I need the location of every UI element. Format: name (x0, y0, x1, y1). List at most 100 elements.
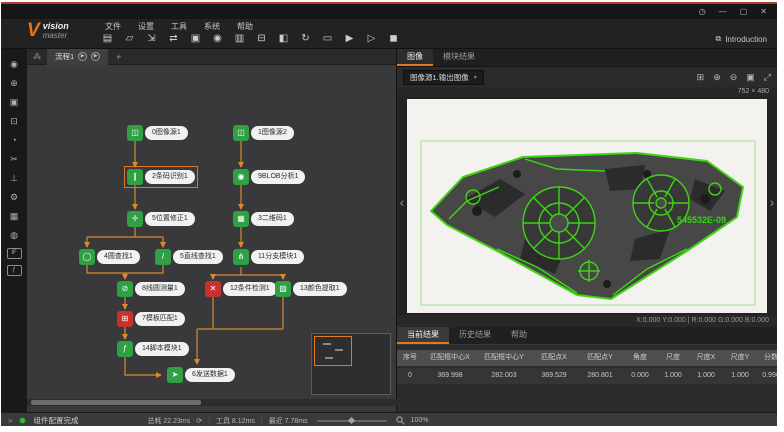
sidebar-calib-tool[interactable]: ⚙ (7, 191, 22, 204)
add-flow-button[interactable]: + (116, 52, 121, 62)
minimap-viewport[interactable] (314, 336, 352, 366)
barcode-recognition-icon: ∥ (127, 169, 143, 185)
menu-settings[interactable]: 设置 (138, 21, 154, 32)
sidebar-if-logic-tool[interactable]: IF (7, 248, 22, 259)
cell: 1.000 (657, 368, 689, 384)
horizontal-scrollbar[interactable] (27, 399, 397, 406)
introduction-link[interactable]: ⧉ Introduction (715, 34, 767, 44)
fullscreen-button[interactable]: ⤢ (764, 72, 771, 83)
toolbar-run-once-button[interactable]: ▶ (343, 33, 356, 44)
flow-tab[interactable]: 流程1 ▶ ▶ (47, 49, 108, 65)
sidebar-script-tool[interactable]: ƒ (7, 265, 22, 276)
part-overlay-graphic: 545532E-09 (407, 99, 767, 313)
actual-size-button[interactable]: ▣ (746, 72, 755, 83)
sidebar-target-tool[interactable]: ⊕ (7, 77, 22, 90)
cell: 1.000 (689, 368, 723, 384)
flow-node-branch-module[interactable]: ⋔11分支模块1 (233, 249, 304, 265)
menu-tools[interactable]: 工具 (171, 21, 187, 32)
flow-run-loop-icon[interactable]: ▶ (91, 52, 100, 61)
about-button[interactable]: ◷ (699, 5, 706, 18)
flow-canvas[interactable]: ◫0图像源1◫1图像源2∥2条码识别1◉9BLOB分析1✛5位置修正1▦3二维码… (27, 65, 397, 399)
flow-node-barcode-recognition[interactable]: ∥2条码识别1 (127, 169, 195, 185)
toolbar-camera-button[interactable]: ◉ (211, 33, 224, 44)
flow-node-line-circle-measure[interactable]: ⊘8线圆测量1 (117, 281, 185, 297)
sidebar-circle-tool[interactable]: ◔ (7, 134, 22, 147)
toolbar-stop-button[interactable]: ◼ (387, 33, 400, 44)
result-panel-tabs: 图像模块结果 (397, 49, 777, 67)
close-button[interactable]: ✕ (760, 5, 767, 18)
image-viewport[interactable]: ‹ (397, 97, 777, 315)
flow-hierarchy-icon[interactable]: ⁂ (33, 52, 41, 61)
flow-node-qr-code[interactable]: ▦3二维码1 (233, 211, 294, 227)
flow-node-template-match[interactable]: ⊞7模板匹配1 (117, 311, 185, 327)
logo-line1: vision (43, 22, 69, 31)
flow-node-circle-find[interactable]: ◯4圆查找1 (79, 249, 140, 265)
next-image-button[interactable]: › (767, 192, 777, 212)
tab-current-result[interactable]: 当前结果 (397, 327, 449, 344)
send-data-icon: ➤ (167, 367, 183, 383)
flow-node-image-source-1[interactable]: ◫0图像源1 (127, 125, 188, 141)
app-logo: V vision master (27, 21, 69, 41)
sidebar-image-tool[interactable]: ▣ (7, 96, 22, 109)
toolbar-export-button[interactable]: ⇲ (145, 33, 158, 44)
toolbar-link-button[interactable]: ⇄ (167, 33, 180, 44)
title-bar: ◷ — ▢ ✕ (1, 4, 777, 19)
flow-run-once-icon[interactable]: ▶ (78, 52, 87, 61)
flow-node-label: 2条码识别1 (145, 170, 195, 184)
minimap[interactable] (311, 333, 391, 395)
flow-node-label: 0图像源1 (145, 126, 188, 140)
table-row[interactable]: 0369.998282.003369.529280.8010.0001.0001… (397, 368, 777, 384)
tab-module-result[interactable]: 模块结果 (433, 49, 485, 66)
flow-node-image-source-2[interactable]: ◫1图像源2 (233, 125, 294, 141)
image-source-2-icon: ◫ (233, 125, 249, 141)
prev-image-button[interactable]: ‹ (397, 192, 407, 212)
refresh-icon[interactable]: ⟳ (196, 417, 202, 425)
image-source-dropdown[interactable]: 图像源1.输出图像 ▾ (403, 70, 484, 85)
result-panel: 图像模块结果 图像源1.输出图像 ▾ ⊞⊕⊖▣⤢ 752 × 480 ‹ (397, 49, 777, 412)
sidebar-clip-tool[interactable]: ✂ (7, 153, 22, 166)
fit-view-button[interactable]: ⊞ (697, 72, 705, 83)
menu-file[interactable]: 文件 (105, 21, 121, 32)
tab-image[interactable]: 图像 (397, 49, 433, 66)
sidebar-color-tool[interactable]: ▦ (7, 210, 22, 223)
sidebar-camera-tool[interactable]: ◉ (7, 58, 22, 71)
divider: | (208, 417, 210, 424)
flow-node-line-find[interactable]: /5直线查找1 (155, 249, 223, 265)
logo-v-icon: V (27, 21, 40, 41)
toolbar-communication-button[interactable]: ▭ (321, 33, 334, 44)
sidebar-recognition-tool[interactable]: ◍ (7, 229, 22, 242)
minimize-button[interactable]: — (719, 5, 727, 18)
restore-button[interactable]: ▢ (740, 5, 748, 18)
flow-node-send-data[interactable]: ➤6发送数据1 (167, 367, 235, 383)
toolbar-run-continuous-button[interactable]: ▷ (365, 33, 378, 44)
tab-history-result[interactable]: 历史结果 (449, 327, 501, 344)
sidebar-focus-tool[interactable]: ⊡ (7, 115, 22, 128)
zoom-level: 100% (411, 417, 429, 424)
toolbar-module-button[interactable]: ◧ (277, 33, 290, 44)
flow-node-label: 4圆查找1 (97, 250, 140, 264)
flow-node-label: 13颜色提取1 (293, 282, 347, 296)
flow-node-blob-analysis[interactable]: ◉9BLOB分析1 (233, 169, 305, 185)
tab-help[interactable]: 帮助 (501, 327, 537, 344)
branch-module-icon: ⋔ (233, 249, 249, 265)
menu-bar: 文件 设置 工具 系统 帮助 (105, 21, 253, 32)
flow-node-color-extract[interactable]: ▨13颜色提取1 (275, 281, 347, 297)
cell: 369.998 (423, 368, 477, 384)
scrollbar-thumb[interactable] (31, 400, 201, 405)
flow-node-condition-check[interactable]: ✕12条件检测1 (205, 281, 277, 297)
toolbar-layout-button[interactable]: ▣ (189, 33, 202, 44)
toolbar-global-trigger-button[interactable]: ↻ (299, 33, 312, 44)
toolbar-open-button[interactable]: ▱ (123, 33, 136, 44)
zoom-slider[interactable] (317, 420, 387, 422)
collapse-statusbar-button[interactable]: » (8, 416, 12, 425)
flow-node-position-correction[interactable]: ✛5位置修正1 (127, 211, 195, 227)
menu-help[interactable]: 帮助 (237, 21, 253, 32)
sidebar-measure-tool[interactable]: ⊥ (7, 172, 22, 185)
flow-node-script-module[interactable]: ƒ14脚本模块1 (117, 341, 189, 357)
zoom-in-button[interactable]: ⊕ (713, 72, 721, 83)
zoom-out-button[interactable]: ⊖ (730, 72, 738, 83)
menu-system[interactable]: 系统 (204, 21, 220, 32)
toolbar-save-button[interactable]: ▤ (101, 33, 114, 44)
toolbar-io-settings-button[interactable]: ⊟ (255, 33, 268, 44)
toolbar-module-list-button[interactable]: ▥ (233, 33, 246, 44)
